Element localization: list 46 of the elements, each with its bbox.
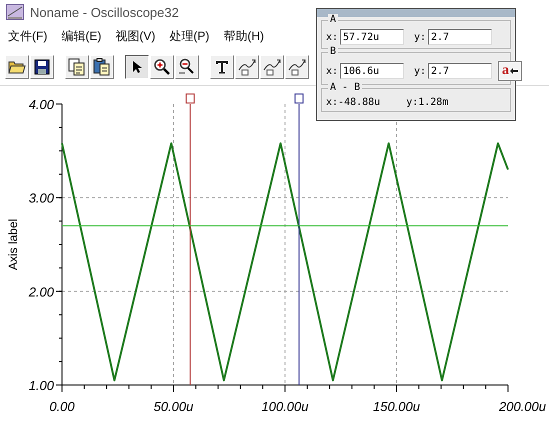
menu-item[interactable]: 处理(P) [169, 28, 210, 44]
x-tick-label: 50.00u [154, 399, 194, 414]
copy-icon [68, 58, 86, 76]
cursor-line[interactable] [298, 104, 300, 386]
x-tick-label: 150.00u [373, 399, 420, 414]
readout-text: x:-48.88u [326, 97, 380, 108]
group-title: B [328, 46, 338, 57]
curve-tool-icon [288, 58, 306, 76]
readout-text: y:1.28m [406, 97, 448, 108]
left-arrow-icon [510, 68, 518, 74]
y-axis-title: Axis label [6, 218, 20, 270]
apply-button[interactable]: a [498, 61, 522, 81]
group-title: A - B [328, 82, 362, 93]
curve-tool-icon [238, 58, 256, 76]
toolbar-button[interactable] [125, 54, 149, 78]
menu-item[interactable]: 视图(V) [115, 28, 156, 44]
y-tick-label: 1.00 [28, 378, 54, 393]
y-tick-label: 4.00 [28, 97, 54, 112]
field-label: y: [414, 66, 426, 76]
pointer-icon [132, 60, 142, 74]
curve-tool-icon [263, 58, 281, 76]
zoom-out-icon [178, 58, 196, 76]
input-field[interactable]: 106.6u [340, 63, 404, 79]
window-title: Noname - Oscilloscope32 [30, 4, 179, 20]
field-label: x: [326, 32, 338, 42]
field-label: y: [414, 32, 426, 42]
input-field[interactable]: 2.7 [428, 63, 492, 79]
field-label: x: [326, 66, 338, 76]
x-tick-label: 200.00u [499, 399, 546, 414]
x-tick-label: 100.00u [262, 399, 308, 414]
zoom-in-icon [153, 58, 171, 76]
menu-item[interactable]: 文件(F) [8, 28, 48, 44]
paste-icon [93, 58, 111, 76]
text-tool-icon [215, 60, 229, 74]
cursor-handle-icon[interactable] [186, 94, 195, 104]
y-tick-label: 3.00 [28, 190, 54, 206]
folder-icon [8, 60, 26, 74]
input-field[interactable]: 57.72u [340, 29, 404, 45]
menu-item[interactable]: 编辑(E) [61, 28, 102, 44]
menu-item[interactable]: 帮助(H) [223, 28, 264, 44]
cursor-handle-icon[interactable] [294, 94, 304, 104]
group-title: A [328, 14, 338, 25]
app-icon [6, 4, 24, 20]
input-field[interactable]: 2.7 [428, 29, 492, 45]
y-tick-label: 2.00 [28, 284, 54, 300]
x-tick-label: 0.00 [49, 399, 75, 414]
